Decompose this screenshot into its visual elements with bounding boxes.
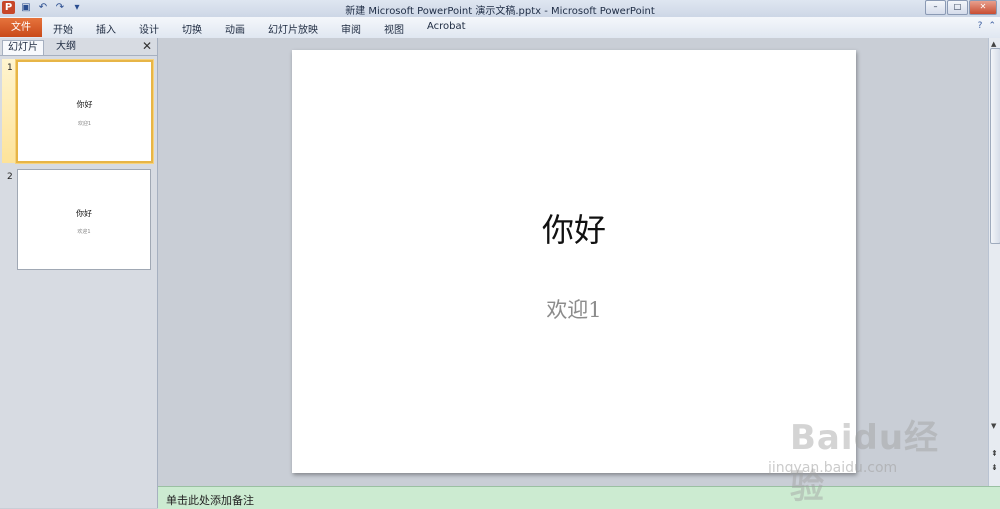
slide-thumbnail-1[interactable]: 你好 欢迎1 xyxy=(16,60,153,163)
slide-subtitle[interactable]: 欢迎1 xyxy=(292,294,856,324)
thumb-title: 你好 xyxy=(76,209,92,218)
slide-thumbnail-2[interactable]: 你好 欢迎1 xyxy=(17,169,151,270)
thumb-subtitle: 欢迎1 xyxy=(77,121,92,127)
tab-slides[interactable]: 幻灯片 xyxy=(2,40,44,55)
slide-number: 2 xyxy=(7,172,13,182)
tab-file[interactable]: 文件 xyxy=(0,18,42,37)
close-button[interactable]: ✕ xyxy=(969,0,997,15)
maximize-button[interactable]: □ xyxy=(947,0,968,15)
watermark-logo: Baidu经验 xyxy=(790,418,940,507)
scroll-up-icon[interactable]: ▲ xyxy=(991,40,996,48)
vertical-scrollbar[interactable]: ▲ ▼ ⇞ ⇟ xyxy=(988,38,1000,486)
tab-slideshow[interactable]: 幻灯片放映 xyxy=(268,21,318,36)
tab-review[interactable]: 审阅 xyxy=(341,21,361,36)
tab-design[interactable]: 设计 xyxy=(139,21,159,36)
tab-home[interactable]: 开始 xyxy=(53,21,73,36)
baidu-watermark: Baidu经验 jingyan.baidu.com xyxy=(760,402,960,507)
ribbon-collapse-icon[interactable]: ⌃ xyxy=(988,21,996,31)
thumb-title: 你好 xyxy=(76,100,93,109)
tab-transitions[interactable]: 切换 xyxy=(182,21,202,36)
panel-close-button[interactable]: ✕ xyxy=(142,39,152,53)
slides-panel: 幻灯片 大纲 ✕ 1 你好 欢迎1 2 你好 欢迎1 xyxy=(0,38,158,508)
notes-placeholder[interactable]: 单击此处添加备注 xyxy=(166,492,254,508)
minimize-button[interactable]: – xyxy=(925,0,946,15)
thumb-subtitle: 欢迎1 xyxy=(77,229,91,235)
tab-acrobat[interactable]: Acrobat xyxy=(427,21,466,36)
tab-outline[interactable]: 大纲 xyxy=(51,40,81,54)
window-title: 新建 Microsoft PowerPoint 演示文稿.pptx - Micr… xyxy=(345,6,655,17)
panel-tabs: 幻灯片 大纲 ✕ xyxy=(0,38,157,56)
watermark-url: jingyan.baidu.com xyxy=(768,460,898,476)
title-bar: P ▣ ↶ ↷ ▾ 新建 Microsoft PowerPoint 演示文稿.p… xyxy=(0,0,1000,17)
previous-slide-icon[interactable]: ⇞ xyxy=(991,449,998,458)
ribbon-tab-bar: 文件 开始 插入 设计 切换 动画 幻灯片放映 审阅 视图 Acrobat ? … xyxy=(0,17,1000,39)
help-icon[interactable]: ? xyxy=(978,21,983,31)
next-slide-icon[interactable]: ⇟ xyxy=(991,463,998,472)
slide-title[interactable]: 你好 xyxy=(292,205,856,251)
window-controls: – □ ✕ xyxy=(925,0,997,15)
scroll-down-icon[interactable]: ▼ xyxy=(991,422,996,430)
tab-view[interactable]: 视图 xyxy=(384,21,404,36)
slide-number: 1 xyxy=(7,63,13,73)
scroll-thumb[interactable] xyxy=(990,48,1000,244)
tab-animations[interactable]: 动画 xyxy=(225,21,245,36)
tab-insert[interactable]: 插入 xyxy=(96,21,116,36)
